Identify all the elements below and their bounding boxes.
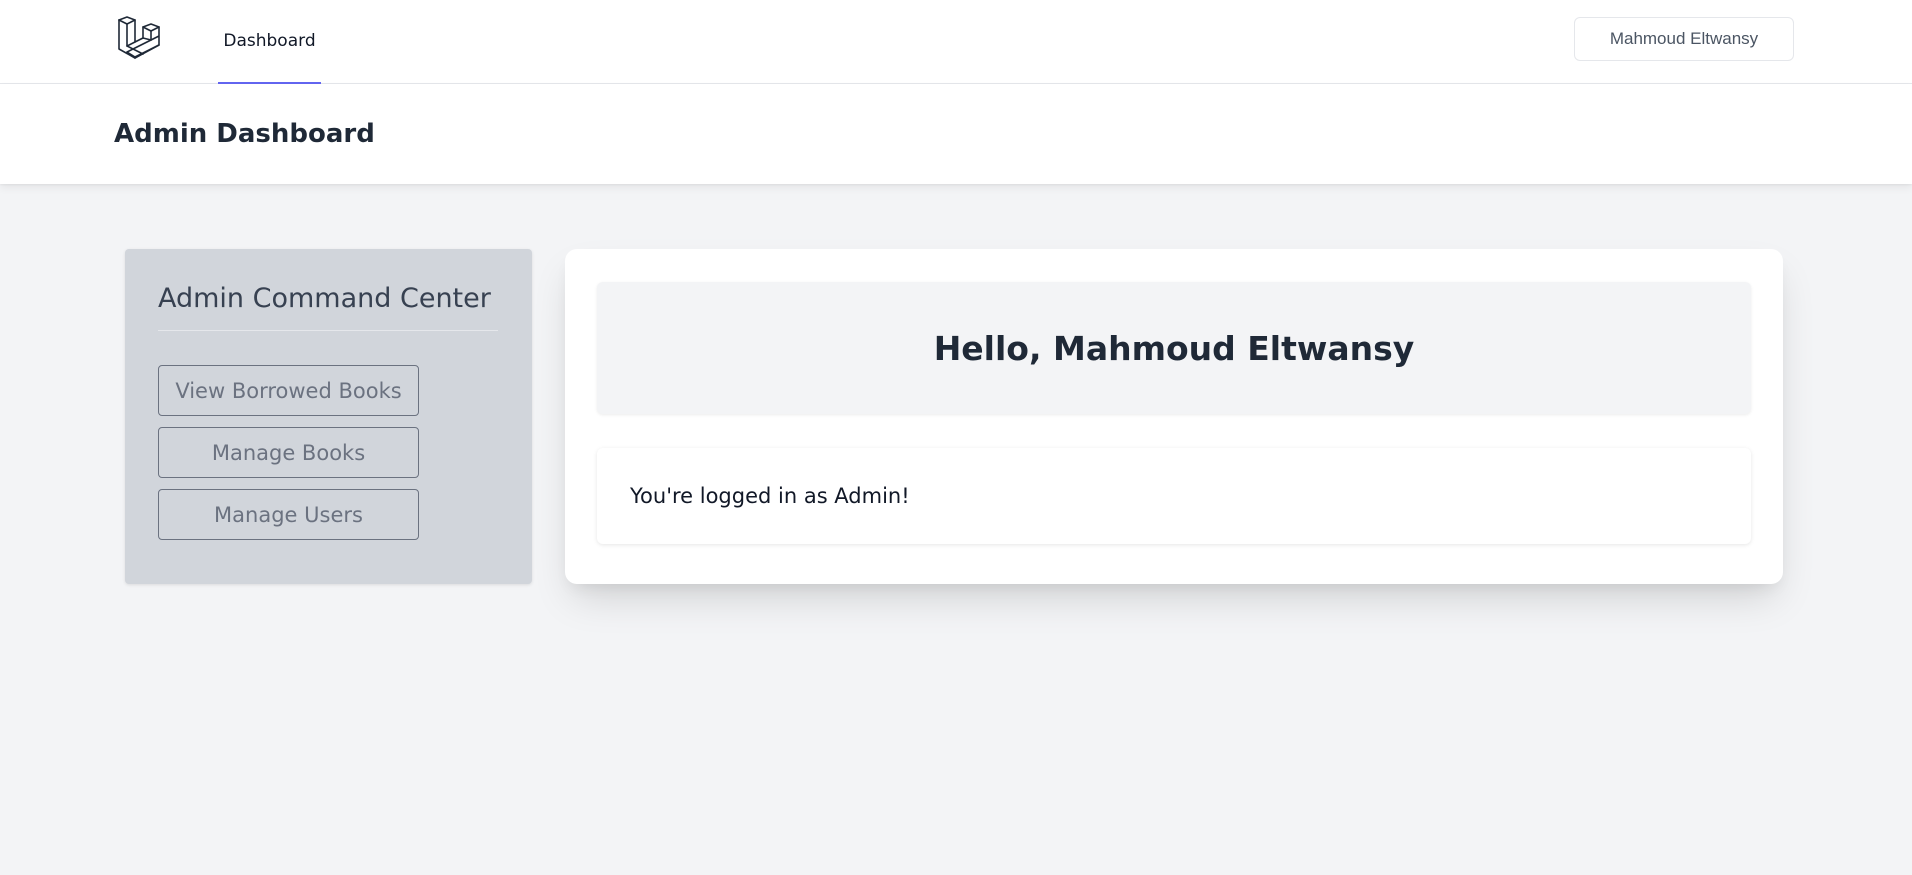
login-status-text: You're logged in as Admin!: [630, 484, 910, 508]
view-borrowed-books-button[interactable]: View Borrowed Books: [158, 365, 419, 416]
manage-users-button[interactable]: Manage Users: [158, 489, 419, 540]
status-box: You're logged in as Admin!: [597, 448, 1751, 544]
admin-command-panel: Admin Command Center View Borrowed Books…: [125, 249, 532, 584]
manage-books-button[interactable]: Manage Books: [158, 427, 419, 478]
laravel-logo-icon[interactable]: [116, 16, 164, 64]
greeting-heading: Hello, Mahmoud Eltwansy: [933, 328, 1415, 368]
greeting-box: Hello, Mahmoud Eltwansy: [597, 282, 1751, 414]
main-content-card: Hello, Mahmoud Eltwansy You're logged in…: [565, 249, 1783, 584]
panel-title: Admin Command Center: [158, 283, 491, 314]
user-name-label: Mahmoud Eltwansy: [1609, 29, 1759, 48]
top-navigation: Dashboard Mahmoud Eltwansy: [0, 0, 1912, 84]
page-title: Admin Dashboard: [114, 119, 375, 149]
user-menu-button[interactable]: Mahmoud Eltwansy: [1574, 17, 1794, 61]
panel-divider: [158, 330, 498, 331]
nav-link-dashboard[interactable]: Dashboard: [218, 0, 321, 84]
page-header: Admin Dashboard: [0, 84, 1912, 184]
